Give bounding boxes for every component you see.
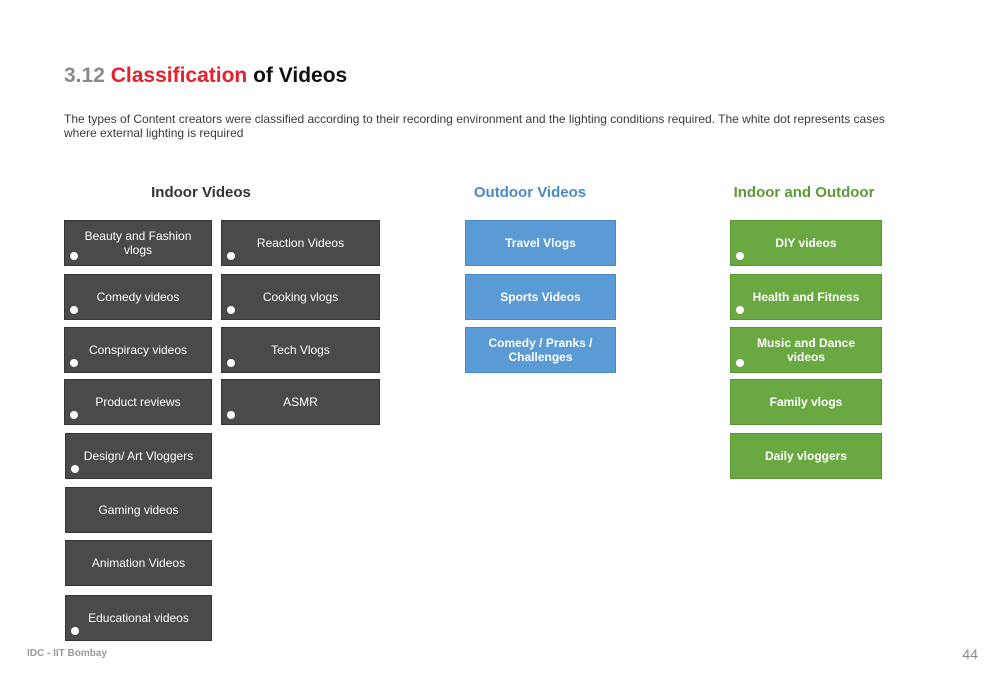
indoor-category-box: Tech Vlogs [221, 327, 380, 373]
both-category-box: Daily vloggers [730, 433, 882, 479]
category-label: Conspiracy videos [88, 343, 188, 357]
category-label: Sports Videos [500, 290, 581, 304]
indoor-category-box: Conspiracy videos [64, 327, 212, 373]
both-heading: Indoor and Outdoor [733, 184, 875, 201]
page-description: The types of Content creators were class… [64, 112, 885, 140]
both-category-box: Family vlogs [730, 379, 882, 425]
page-number: 44 [962, 646, 978, 662]
title-accent: Classification [110, 64, 248, 87]
section-number: 3.12 [64, 64, 105, 87]
category-label: Gaming videos [98, 503, 179, 517]
category-label: Daily vloggers [764, 449, 848, 463]
indoor-category-box: ASMR [221, 379, 380, 425]
category-label: DIY videos [775, 236, 837, 250]
title-rest: of Videos [253, 64, 348, 87]
indoor-category-box: Design/ Art Vloggers [65, 433, 212, 479]
indoor-category-box: Beauty and Fashion vlogs [64, 220, 212, 266]
external-lighting-dot-icon [70, 252, 78, 260]
external-lighting-dot-icon [70, 306, 78, 314]
indoor-category-box: Educational videos [65, 595, 212, 641]
external-lighting-dot-icon [736, 252, 744, 260]
category-label: Beauty and Fashion vlogs [84, 229, 192, 257]
outdoor-category-box: Sports Videos [465, 274, 616, 320]
indoor-category-box: Comedy videos [64, 274, 212, 320]
external-lighting-dot-icon [227, 306, 235, 314]
category-label: Product reviews [95, 395, 181, 409]
category-label: Comedy videos [96, 290, 180, 304]
footer-institution: IDC - IIT Bombay [27, 648, 108, 659]
indoor-category-box: Animation Videos [65, 540, 212, 586]
category-label: Cooking vlogs [262, 290, 339, 304]
outdoor-heading: Outdoor Videos [473, 184, 587, 201]
both-category-box: DIY videos [730, 220, 882, 266]
indoor-heading: Indoor Videos [151, 184, 251, 201]
external-lighting-dot-icon [227, 252, 235, 260]
outdoor-category-box: Comedy / Pranks / Challenges [465, 327, 616, 373]
both-category-box: Music and Dance videos [730, 327, 882, 373]
indoor-category-box: Cooking vlogs [221, 274, 380, 320]
category-label: Comedy / Pranks / Challenges [488, 336, 593, 364]
indoor-category-box: Gaming videos [65, 487, 212, 533]
category-label: ASMR [283, 395, 318, 409]
indoor-category-box: Product reviews [64, 379, 212, 425]
category-label: Travel Vlogs [505, 236, 576, 250]
page-title: 3.12 Classification of Videos [64, 64, 347, 88]
category-label: Music and Dance videos [756, 336, 856, 364]
external-lighting-dot-icon [70, 411, 78, 419]
external-lighting-dot-icon [227, 411, 235, 419]
category-label: Health and Fitness [752, 290, 860, 304]
category-label: Reaction Videos [256, 236, 345, 250]
both-category-box: Health and Fitness [730, 274, 882, 320]
category-label: Design/ Art Vloggers [83, 449, 194, 463]
category-label: Animation Videos [91, 556, 186, 570]
external-lighting-dot-icon [71, 465, 79, 473]
external-lighting-dot-icon [227, 359, 235, 367]
indoor-category-box: Reaction Videos [221, 220, 380, 266]
external-lighting-dot-icon [71, 627, 79, 635]
category-label: Family vlogs [769, 395, 843, 409]
outdoor-category-box: Travel Vlogs [465, 220, 616, 266]
external-lighting-dot-icon [736, 306, 744, 314]
category-label: Educational videos [88, 611, 189, 625]
external-lighting-dot-icon [736, 359, 744, 367]
external-lighting-dot-icon [70, 359, 78, 367]
category-label: Tech Vlogs [271, 343, 330, 357]
